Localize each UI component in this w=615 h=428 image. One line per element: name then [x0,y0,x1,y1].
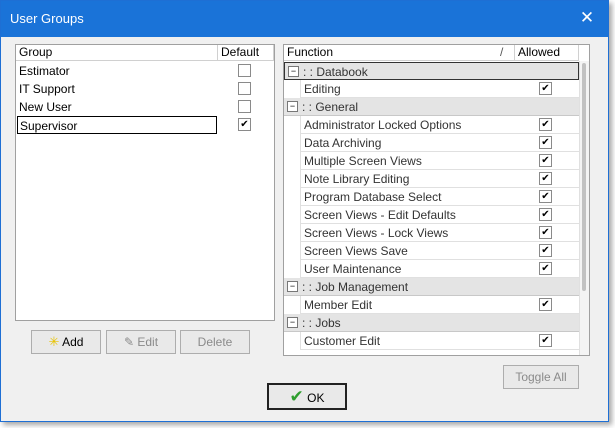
allowed-checkbox[interactable] [539,334,552,347]
function-name: User Maintenance [304,262,402,276]
group-column-header[interactable]: Group [16,45,218,61]
add-button-label: Add [62,335,84,349]
allowed-checkbox[interactable] [539,262,552,275]
function-row[interactable]: Note Library Editing [300,170,579,188]
allowed-checkbox[interactable] [539,190,552,203]
collapse-icon[interactable]: − [287,281,298,292]
toggle-all-button[interactable]: Toggle All [503,365,579,389]
allowed-checkbox[interactable] [539,208,552,221]
default-checkbox[interactable] [238,100,251,113]
group-name: Supervisor [17,116,217,134]
function-header-label: Function [287,45,334,59]
pencil-icon: ✎ [123,335,135,349]
sort-indicator-icon: / [500,45,504,59]
function-name: Screen Views - Edit Defaults [304,208,456,222]
function-row[interactable]: Screen Views - Edit Defaults [300,206,579,224]
collapse-icon[interactable]: − [287,101,298,112]
title-bar: User Groups ✕ [1,1,608,37]
function-group-row[interactable]: −: : Job Management [284,278,579,296]
delete-button[interactable]: Delete [180,330,250,354]
vertical-scrollbar[interactable] [579,61,589,355]
function-name: Note Library Editing [304,172,410,186]
group-name: New User [19,100,72,114]
default-checkbox[interactable] [238,82,251,95]
function-name: Customer Edit [304,334,381,348]
function-row[interactable]: Multiple Screen Views [300,152,579,170]
function-name: Program Database Select [304,190,442,204]
allowed-checkbox[interactable] [539,136,552,149]
allowed-checkbox[interactable] [539,298,552,311]
ok-button-label: OK [307,391,325,405]
function-name: Screen Views Save [304,244,408,258]
allowed-checkbox[interactable] [539,244,552,257]
window-title: User Groups [10,11,84,26]
scrollbar-thumb[interactable] [582,63,586,291]
default-checkbox[interactable] [238,118,251,131]
collapse-icon[interactable]: − [287,317,298,328]
group-name: Estimator [19,64,70,78]
function-name: Screen Views - Lock Views [304,226,449,240]
function-row[interactable]: Screen Views - Lock Views [300,224,579,242]
allowed-column-header[interactable]: Allowed [515,45,579,61]
function-row[interactable]: Member Edit [300,296,579,314]
default-column-header[interactable]: Default [218,45,274,61]
group-name: IT Support [19,82,75,96]
function-name: Data Archiving [304,136,382,150]
user-groups-dialog: User Groups ✕ Group Default Estimator IT … [0,0,609,422]
function-group-label: : : Databook [303,65,368,79]
function-name: Member Edit [304,298,373,312]
function-group-row[interactable]: −: : Jobs [284,314,579,332]
group-row[interactable]: IT Support [16,80,274,98]
group-row[interactable]: Supervisor [16,116,274,134]
default-checkbox[interactable] [238,64,251,77]
function-column-header[interactable]: Function / [284,45,515,61]
function-row[interactable]: Editing [300,80,579,98]
star-icon: ✳ [48,334,60,349]
function-row[interactable]: Administrator Locked Options [300,116,579,134]
function-row[interactable]: Screen Views Save [300,242,579,260]
function-group-row[interactable]: −: : Databook [284,62,579,80]
function-group-label: : : General [302,100,359,114]
function-row[interactable]: Data Archiving [300,134,579,152]
checkmark-icon: ✔ [289,387,304,407]
add-button[interactable]: ✳ Add [31,330,101,354]
collapse-icon[interactable]: − [288,66,299,77]
group-row[interactable]: Estimator [16,62,274,80]
functions-table: Function / Allowed −: : DatabookEditing−… [283,44,590,356]
function-row[interactable]: User Maintenance [300,260,579,278]
function-name: Multiple Screen Views [304,154,422,168]
function-row[interactable]: Customer Edit [300,332,579,350]
allowed-checkbox[interactable] [539,118,552,131]
function-group-label: : : Job Management [302,280,409,294]
edit-button[interactable]: ✎ Edit [106,330,176,354]
groups-table: Group Default Estimator IT Support New Use… [15,44,275,321]
allowed-checkbox[interactable] [539,154,552,167]
function-name: Administrator Locked Options [304,118,462,132]
ok-button[interactable]: ✔ OK [267,383,347,410]
allowed-checkbox[interactable] [539,226,552,239]
close-icon[interactable]: ✕ [576,7,598,29]
allowed-checkbox[interactable] [539,172,552,185]
group-row[interactable]: New User [16,98,274,116]
function-row[interactable]: Program Database Select [300,188,579,206]
allowed-checkbox[interactable] [539,82,552,95]
function-group-row[interactable]: −: : General [284,98,579,116]
edit-button-label: Edit [137,335,159,349]
function-name: Editing [304,82,341,96]
function-group-label: : : Jobs [302,316,341,330]
